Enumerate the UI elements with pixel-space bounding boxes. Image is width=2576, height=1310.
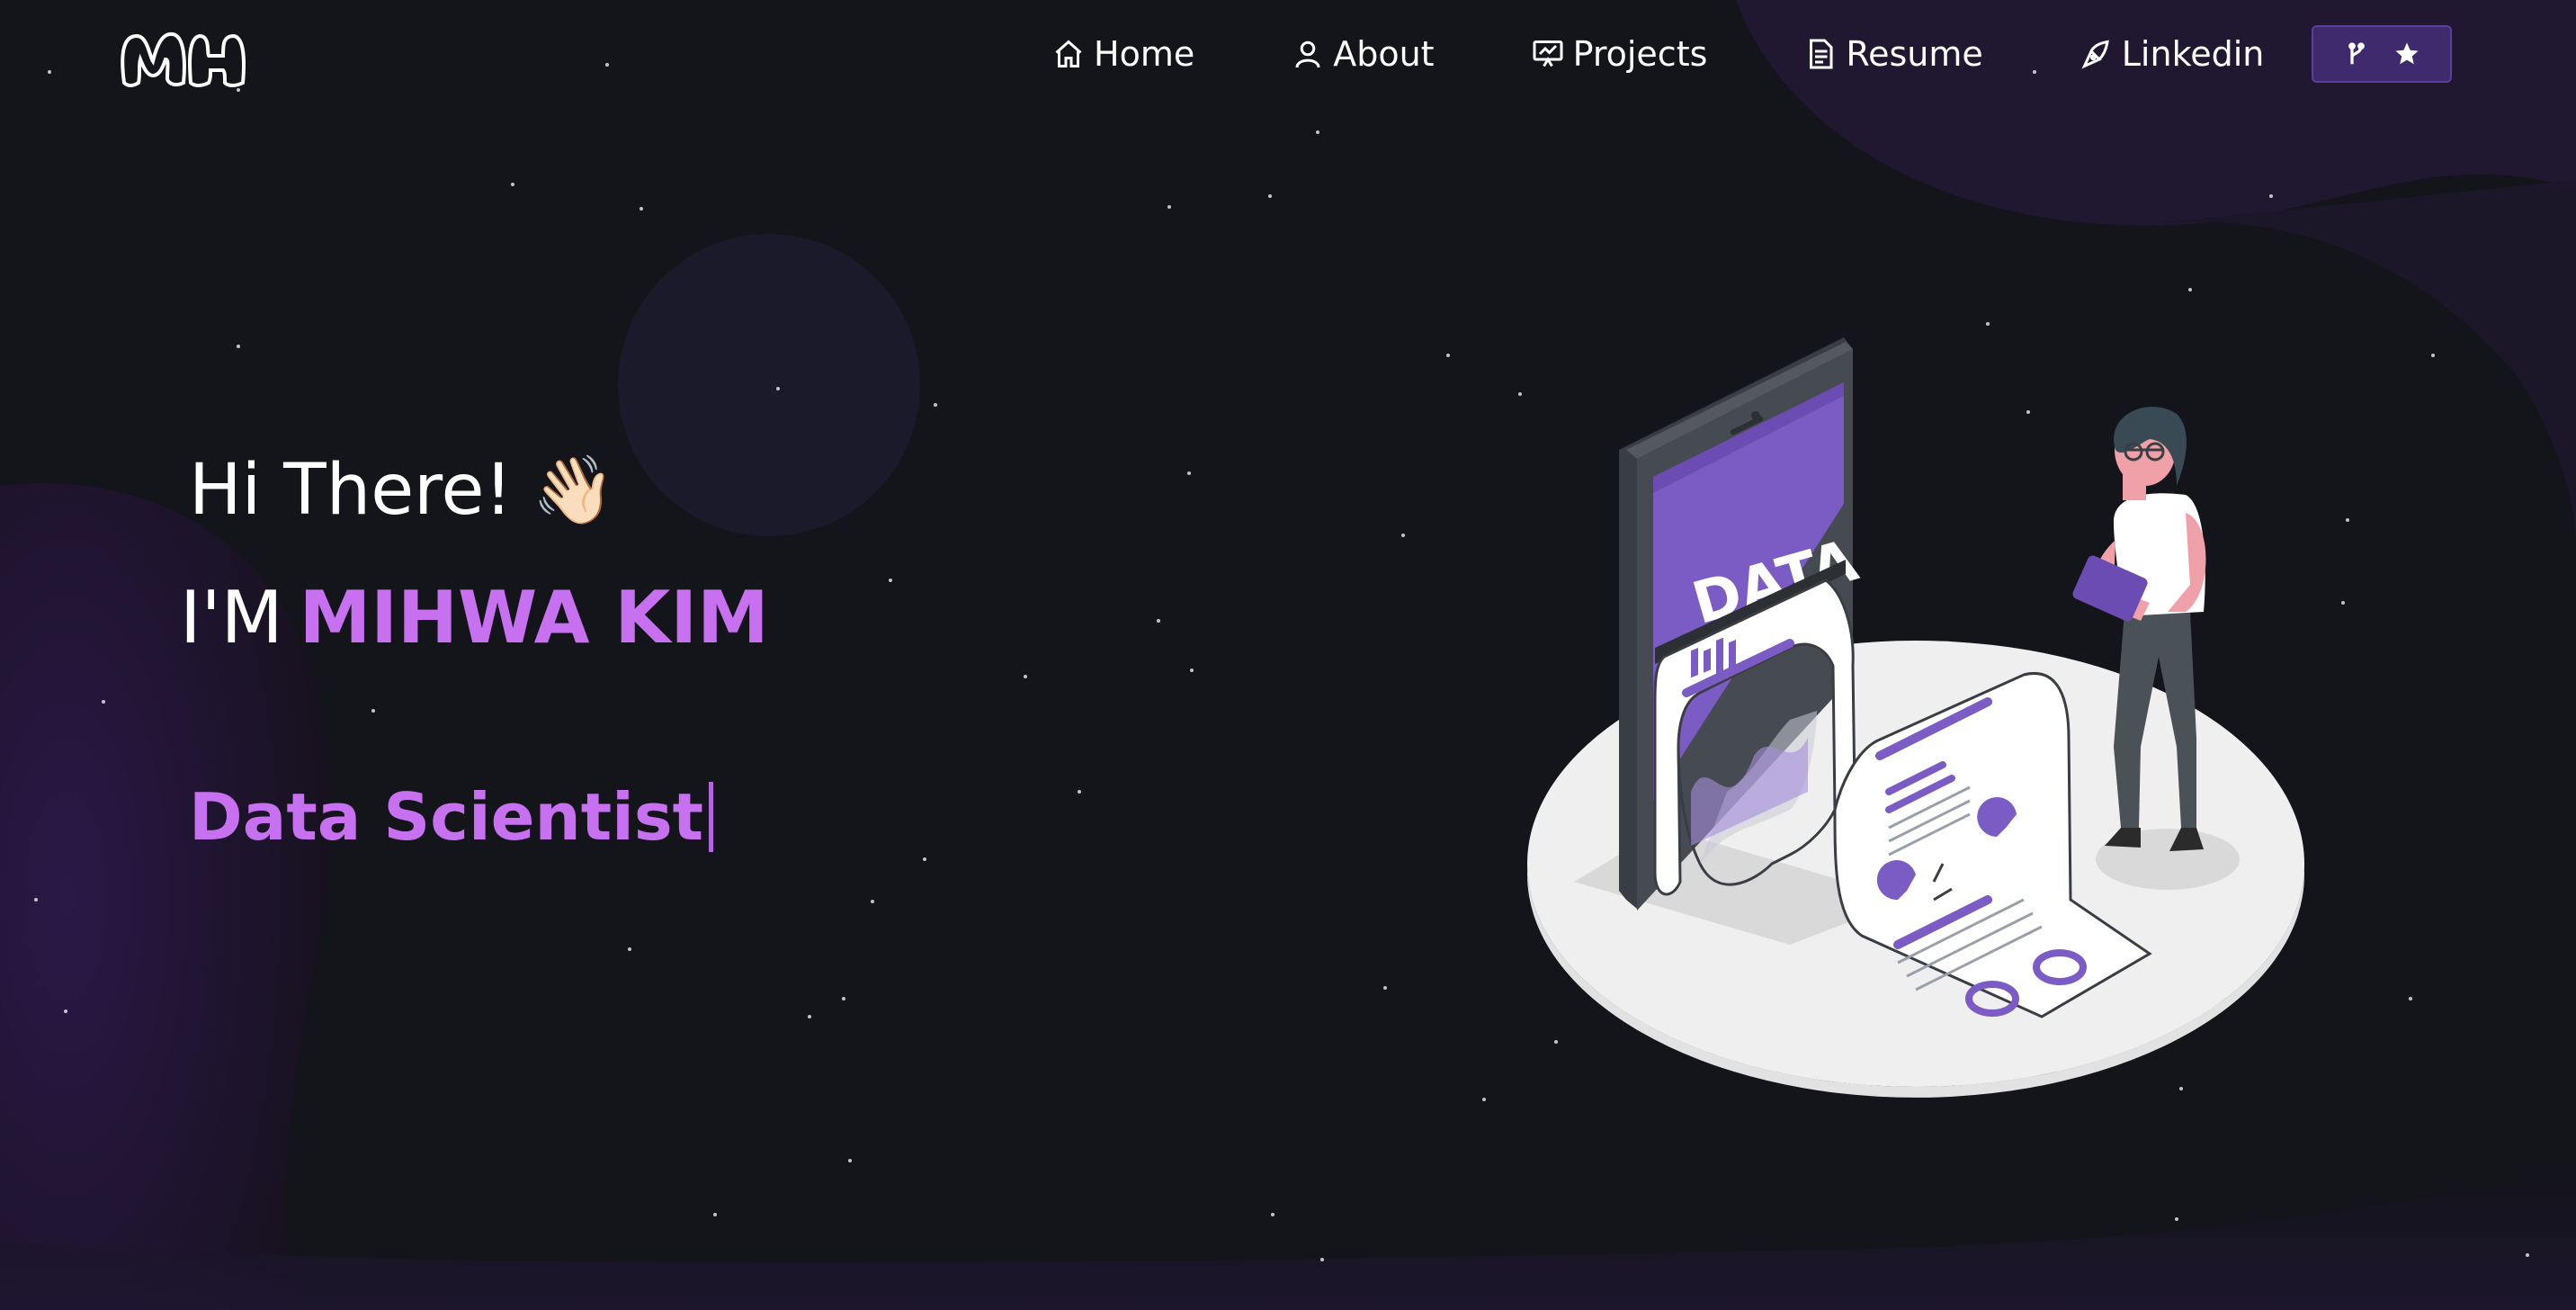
main-nav: Home About Projects Resume Linkedin (1052, 27, 2264, 81)
typed-role-text: Data Scientist (189, 779, 704, 855)
nav-resume[interactable]: Resume (1804, 34, 1983, 74)
nav-linkedin[interactable]: Linkedin (2080, 34, 2265, 74)
github-repo-button[interactable] (2312, 25, 2452, 83)
hero-illustration: DATA (1527, 337, 2304, 1098)
site-logo[interactable] (117, 20, 252, 99)
home-icon (1055, 40, 1082, 67)
intro-prefix: I'M (180, 576, 283, 659)
typewriter-cursor (709, 782, 714, 852)
greeting-heading: Hi There! 👋🏻 (189, 450, 615, 531)
typewriter-role: Data Scientist (189, 779, 714, 855)
pen-nib-icon (2081, 40, 2109, 69)
nav-about-label: About (1333, 34, 1435, 74)
nav-home[interactable]: Home (1052, 34, 1194, 74)
git-fork-icon (2348, 42, 2365, 65)
intro-heading: I'M MIHWA KIM (180, 576, 769, 659)
author-name: MIHWA KIM (299, 576, 769, 659)
nav-projects[interactable]: Projects (1532, 34, 1708, 74)
nav-home-label: Home (1094, 34, 1195, 74)
nav-resume-label: Resume (1846, 34, 1983, 74)
presentation-icon (1533, 40, 1563, 67)
user-icon (1295, 40, 1320, 68)
nav-linkedin-label: Linkedin (2121, 34, 2265, 74)
waving-hand-icon: 👋🏻 (532, 451, 615, 529)
document-icon (1810, 39, 1833, 69)
greeting-text: Hi There! (189, 450, 513, 531)
nav-projects-label: Projects (1572, 34, 1708, 74)
star-icon (2395, 42, 2419, 65)
nav-about[interactable]: About (1292, 34, 1435, 74)
